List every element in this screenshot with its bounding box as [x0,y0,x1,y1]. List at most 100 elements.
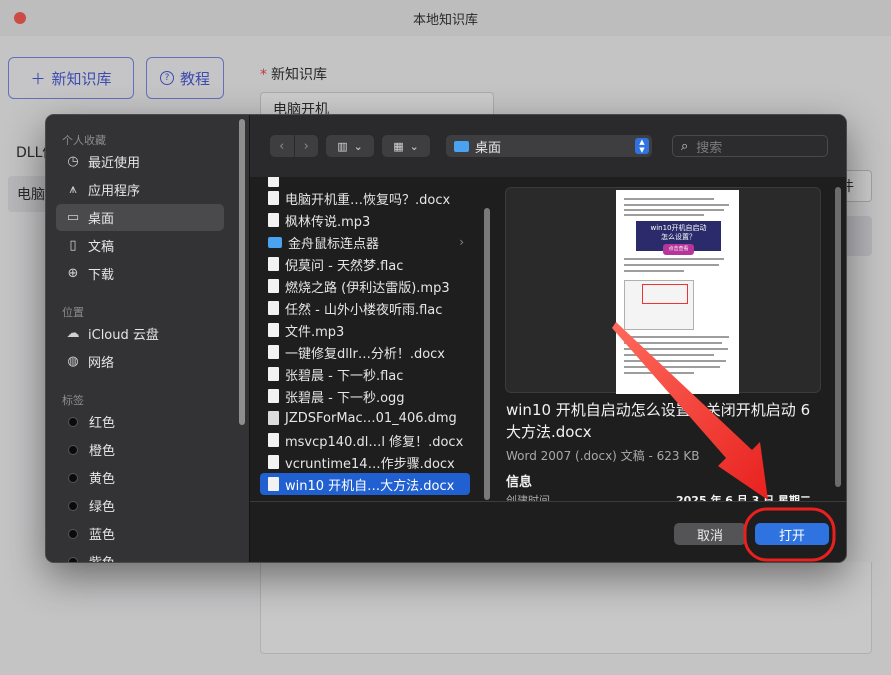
preview-thumbnail-frame: win10开机自启动 怎么设置？ 点击查看 [505,187,821,394]
preview-scrollbar[interactable] [835,187,841,487]
dialog-toolbar: ‹ › ▥ ⌄ ▦ ⌄ 桌面 ▲ ▼ ⌕ 搜索 [250,115,846,177]
sidebar-item-label: 绿色 [89,500,116,515]
preview-created-value: 2025 年 6 月 3 日 星期二 19:11 [676,494,811,501]
location-popup[interactable]: 桌面 ▲ ▼ [446,135,652,157]
file-row[interactable]: 一键修复dllr…分析！.docx [260,341,470,363]
tag-dot-icon [68,472,78,483]
sidebar-tag-red[interactable]: 红色 [56,408,224,435]
file-name: 文件.mp3 [285,324,345,340]
desktop-icon: ▭ [66,210,80,225]
audio-file-icon [268,257,279,271]
sidebar-item-recents[interactable]: ◷ 最近使用 [56,148,224,175]
sidebar-item-applications[interactable]: ⩚ 应用程序 [56,176,224,203]
favorites-header: 个人收藏 [62,134,106,147]
up-down-chevron-icon: ▲ ▼ [635,138,649,154]
sidebar-item-label: 紫色 [89,552,115,562]
location-label: 桌面 [475,140,502,156]
document-icon [268,177,279,187]
audio-file-icon [268,279,279,293]
file-name: 张碧晨 - 下一秒.ogg [285,390,405,406]
file-row-selected[interactable]: win10 开机自…大方法.docx [260,473,470,495]
tags-header: 标签 [62,394,84,407]
sidebar-item-label: 网络 [88,356,115,371]
file-name: 金舟鼠标连点器 [288,236,380,252]
thumbnail-banner-subtitle: 怎么设置？ [661,233,696,241]
chevron-down-icon: ⌄ [409,139,419,153]
document-icon [268,191,279,205]
document-icon: ▯ [69,238,77,253]
file-row[interactable]: 枫林传说.mp3 [260,209,470,231]
file-name: 燃烧之路 (伊利达雷版).mp3 [285,280,450,296]
preview-created-label: 创建时间 [506,494,550,501]
file-row[interactable]: 任然 - 山外小楼夜听雨.flac [260,297,470,319]
tag-dot-icon [68,416,78,427]
file-row[interactable]: 燃烧之路 (伊利达雷版).mp3 [260,275,470,297]
download-icon: ⊕ [67,266,79,281]
back-button[interactable]: ‹ [270,135,295,157]
folder-icon [268,236,282,248]
file-row[interactable]: 张碧晨 - 下一秒.ogg [260,385,470,407]
dialog-footer: 取消 打开 [250,501,846,562]
column-view-button[interactable]: ▥ ⌄ [326,135,374,157]
sidebar-item-label: 桌面 [88,212,115,227]
document-thumbnail: win10开机自启动 怎么设置？ 点击查看 [616,190,739,394]
locations-header: 位置 [62,306,84,319]
file-name: 枫林传说.mp3 [285,214,371,230]
cancel-button[interactable]: 取消 [674,523,746,545]
tag-dot-icon [68,528,78,539]
dialog-sidebar: 个人收藏 ◷ 最近使用 ⩚ 应用程序 ▭ 桌面 ▯ 文稿 ⊕ 下载 位置 ☁ iCloud … [46,115,250,562]
columns-icon: ▥ [337,139,348,153]
sidebar-item-downloads[interactable]: ⊕ 下载 [56,260,224,287]
file-row[interactable]: 倪莫问 - 天然梦.flac [260,253,470,275]
search-field[interactable]: ⌕ 搜索 [672,135,828,157]
audio-file-icon [268,389,279,403]
document-icon [268,345,279,359]
file-row[interactable]: vcruntime14…作步骤.docx [260,451,470,473]
clock-icon: ◷ [67,154,79,169]
sidebar-item-label: 下载 [88,268,115,283]
sidebar-item-icloud[interactable]: ☁ iCloud 云盘 [56,320,224,347]
file-row[interactable]: 文件.mp3 [260,319,470,341]
audio-file-icon [268,323,279,337]
sidebar-tag-purple[interactable]: 紫色 [56,548,224,562]
chevron-down-icon: ⌄ [353,139,363,153]
sidebar-item-network[interactable]: ◍ 网络 [56,348,224,375]
tag-dot-icon [68,556,78,562]
sidebar-item-label: 文稿 [88,240,115,255]
file-name: win10 开机自…大方法.docx [285,478,455,494]
document-icon [268,455,279,469]
sidebar-tag-orange[interactable]: 橙色 [56,436,224,463]
audio-file-icon [268,213,279,227]
tag-dot-icon [68,500,78,511]
file-row[interactable]: msvcp140.dl…l 修复！.docx [260,429,470,451]
preview-file-name: win10 开机自启动怎么设置：关闭开机启动 6 大方法.docx [506,401,811,441]
file-row[interactable]: 电脑开机重…恢复吗？.docx [260,187,470,209]
folder-row[interactable]: 金舟鼠标连点器 › [260,231,470,253]
sidebar-tag-blue[interactable]: 蓝色 [56,520,224,547]
forward-button[interactable]: › [295,135,319,157]
document-icon [268,433,279,447]
sidebar-item-desktop[interactable]: ▭ 桌面 [56,204,224,231]
disk-image-icon [268,411,279,425]
file-name: vcruntime14…作步骤.docx [285,456,455,472]
icon-view-button[interactable]: ▦ ⌄ [382,135,430,157]
sidebar-item-label: iCloud 云盘 [88,328,159,343]
open-button[interactable]: 打开 [755,523,829,545]
file-row[interactable]: JZDSForMac…01_406.dmg [260,407,470,429]
sidebar-item-label: 最近使用 [88,156,141,171]
document-icon [268,477,279,491]
file-name: 一键修复dllr…分析！.docx [285,346,445,362]
sidebar-tag-yellow[interactable]: 黄色 [56,464,224,491]
sidebar-item-documents[interactable]: ▯ 文稿 [56,232,224,259]
file-list-scrollbar[interactable] [484,208,490,500]
sidebar-scrollbar[interactable] [239,119,245,425]
sidebar-item-label: 红色 [89,416,116,431]
file-name: 任然 - 山外小楼夜听雨.flac [285,302,443,318]
preview-info-header: 信息 [506,475,533,490]
sidebar-item-label: 应用程序 [88,184,141,199]
sidebar-item-label: 蓝色 [89,528,116,543]
cloud-icon: ☁ [66,326,80,341]
file-row[interactable]: 张碧晨 - 下一秒.flac [260,363,470,385]
sidebar-tag-green[interactable]: 绿色 [56,492,224,519]
audio-file-icon [268,301,279,315]
